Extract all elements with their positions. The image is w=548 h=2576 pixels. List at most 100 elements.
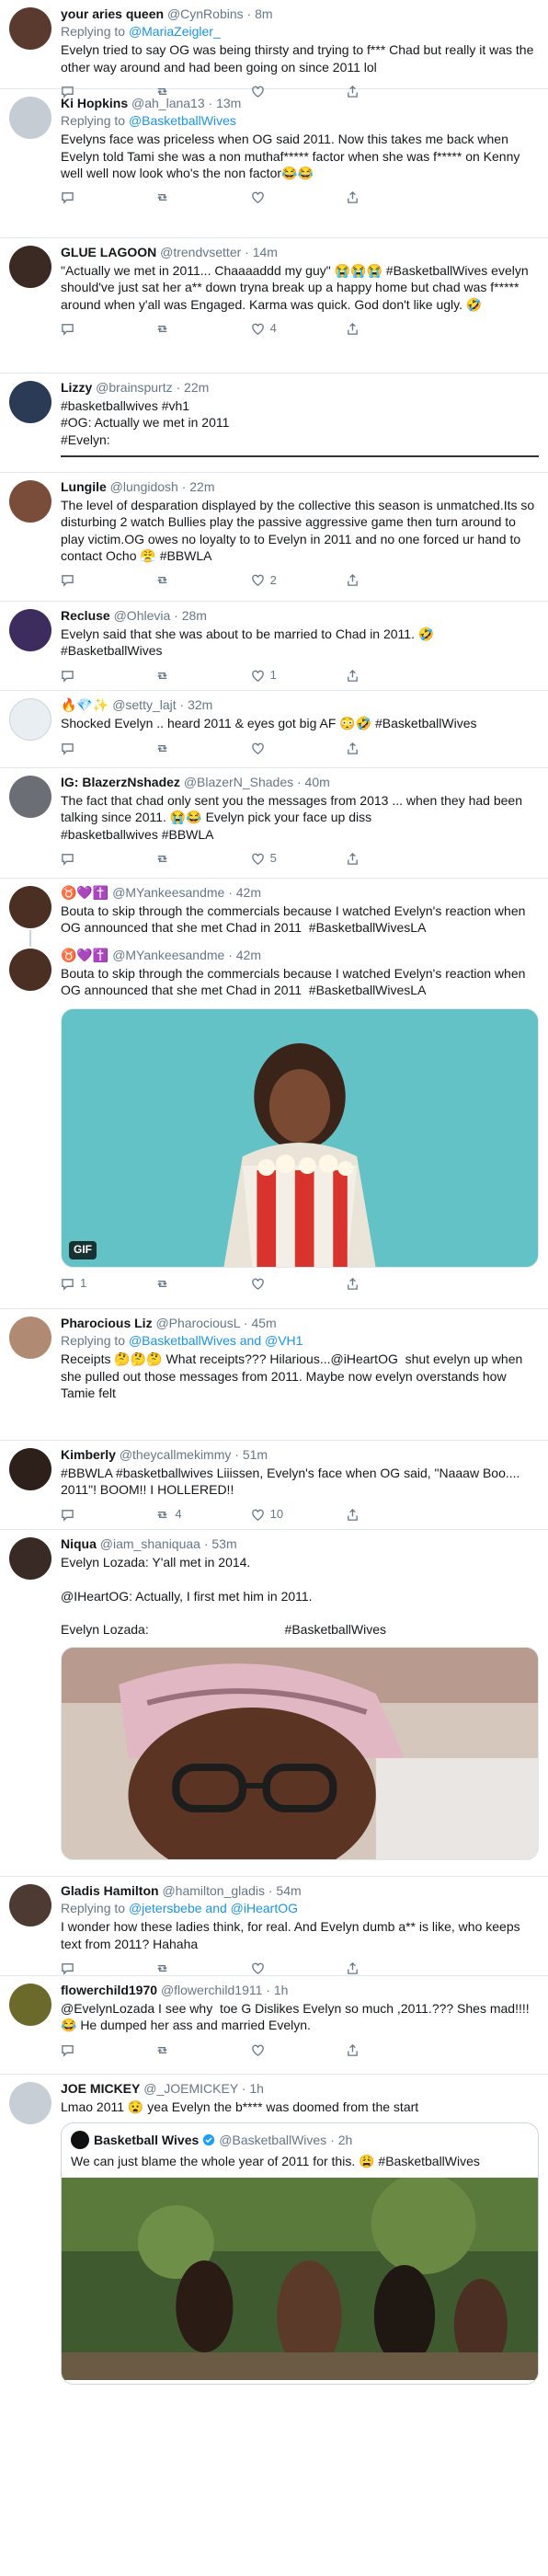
avatar[interactable] <box>9 886 51 928</box>
tweet[interactable]: Pharocious Liz @PharociousL · 45m Replyi… <box>0 1309 548 1441</box>
gif-media[interactable]: GIF <box>61 1007 539 1268</box>
timestamp[interactable]: · 1h <box>242 2081 264 2096</box>
display-name[interactable]: JOE MICKEY <box>61 2081 140 2096</box>
tweet[interactable]: Ki Hopkins @ah_lana13 · 13m Replying to … <box>0 89 548 238</box>
user-handle[interactable]: @BlazerN_Shades <box>184 775 293 789</box>
tweet[interactable]: Kimberly @theycallmekimmy · 51m #BBWLA #… <box>0 1441 548 1530</box>
display-name[interactable]: IG: BlazerzNshadez <box>61 775 180 789</box>
avatar[interactable] <box>9 698 51 741</box>
like-button[interactable] <box>251 1961 315 1976</box>
like-button[interactable] <box>251 2043 315 2058</box>
avatar[interactable] <box>9 1537 51 1580</box>
tweet[interactable]: your aries queen @CynRobins · 8m Replyin… <box>0 0 548 98</box>
timestamp[interactable]: · 40m <box>297 775 330 789</box>
display-name[interactable]: Ki Hopkins <box>61 96 128 110</box>
share-button[interactable] <box>346 669 410 684</box>
retweet-button[interactable] <box>155 322 220 337</box>
user-handle[interactable]: @brainspurtz <box>96 380 172 395</box>
user-handle[interactable]: @ah_lana13 <box>131 96 205 110</box>
tweet[interactable]: 🔥💎✨ @setty_lajt · 32m Shocked Evelyn .. … <box>0 691 548 768</box>
tweet[interactable]: Recluse @Ohlevia · 28m Evelyn said that … <box>0 602 548 691</box>
user-handle[interactable]: @setty_lajt <box>112 697 176 712</box>
share-button[interactable] <box>346 573 410 588</box>
retweet-button[interactable] <box>155 852 220 867</box>
tweet[interactable]: ♉️💜✝️ @MYankeesandme · 42m Bouta to skip… <box>0 941 548 1309</box>
like-button[interactable] <box>251 1277 315 1292</box>
tweet[interactable]: IG: BlazerzNshadez @BlazerN_Shades · 40m… <box>0 768 548 879</box>
retweet-button[interactable] <box>155 1961 220 1976</box>
retweet-button[interactable] <box>155 573 220 588</box>
reply-button[interactable] <box>61 669 125 684</box>
reply-button[interactable] <box>61 2043 125 2058</box>
timestamp[interactable]: · 42m <box>228 948 261 962</box>
avatar[interactable] <box>9 246 51 288</box>
user-handle[interactable]: @_JOEMICKEY <box>143 2081 238 2096</box>
share-button[interactable] <box>346 1508 410 1523</box>
share-button[interactable] <box>346 1277 410 1292</box>
display-name[interactable]: Kimberly <box>61 1447 116 1462</box>
avatar[interactable] <box>9 97 51 139</box>
display-name[interactable]: Gladis Hamilton <box>61 1883 159 1898</box>
avatar[interactable] <box>9 949 51 991</box>
avatar[interactable] <box>9 776 51 818</box>
user-handle[interactable]: @MYankeesandme <box>112 885 224 900</box>
user-handle[interactable]: @PharociousL <box>155 1316 240 1330</box>
tweet[interactable]: flowerchild1970 @flowerchild1911 · 1h @E… <box>0 1976 548 2075</box>
timestamp[interactable]: · 22m <box>182 479 215 494</box>
user-handle[interactable]: @trendvsetter <box>160 245 241 259</box>
timestamp[interactable]: · 51m <box>234 1447 268 1462</box>
reply-handle-link[interactable]: @BasketballWives and @VH1 <box>129 1333 303 1348</box>
timestamp[interactable]: · 28m <box>174 608 207 623</box>
timestamp[interactable]: · 14m <box>245 245 278 259</box>
share-button[interactable] <box>346 190 410 205</box>
reply-button[interactable]: 1 <box>61 1276 125 1292</box>
avatar[interactable] <box>9 2082 51 2124</box>
tweet[interactable]: ♉️💜✝️ @MYankeesandme · 42m Bouta to skip… <box>0 879 548 947</box>
timestamp[interactable]: · 13m <box>209 96 242 110</box>
tweet[interactable]: JOE MICKEY @_JOEMICKEY · 1h Lmao 2011 😧 … <box>0 2075 548 2393</box>
tweet[interactable]: Niqua @iam_shaniquaa · 53m Evelyn Lozada… <box>0 1530 548 1877</box>
reply-button[interactable] <box>61 190 125 205</box>
timestamp[interactable]: · 54m <box>268 1883 302 1898</box>
tweet[interactable]: Lungile @lungidosh · 22m The level of de… <box>0 473 548 602</box>
display-name[interactable]: flowerchild1970 <box>61 1983 157 1997</box>
tweet-image[interactable] <box>61 1647 539 1861</box>
timestamp[interactable]: · 53m <box>204 1536 237 1551</box>
display-name[interactable]: ♉️💜✝️ <box>61 885 108 900</box>
display-name[interactable]: Recluse <box>61 608 110 623</box>
avatar[interactable] <box>9 381 51 423</box>
user-handle[interactable]: @Ohlevia <box>114 608 171 623</box>
reply-button[interactable] <box>61 573 125 588</box>
tweet[interactable]: Lizzy @brainspurtz · 22m #basketballwive… <box>0 374 548 473</box>
timestamp[interactable]: · 42m <box>228 885 261 900</box>
share-button[interactable] <box>346 741 410 755</box>
share-button[interactable] <box>346 322 410 337</box>
reply-button[interactable] <box>61 1508 125 1523</box>
avatar[interactable] <box>9 1448 51 1490</box>
retweet-button[interactable] <box>155 669 220 684</box>
user-handle[interactable]: @hamilton_gladis <box>162 1883 265 1898</box>
user-handle[interactable]: @CynRobins <box>167 6 244 21</box>
avatar[interactable] <box>9 480 51 523</box>
user-handle[interactable]: @lungidosh <box>110 479 178 494</box>
share-button[interactable] <box>346 852 410 867</box>
display-name[interactable]: GLUE LAGOON <box>61 245 156 259</box>
like-button[interactable]: 5 <box>251 851 315 867</box>
reply-button[interactable] <box>61 1961 125 1976</box>
share-button[interactable] <box>346 1961 410 1976</box>
timestamp[interactable]: · 45m <box>244 1316 277 1330</box>
like-button[interactable]: 2 <box>251 573 315 588</box>
avatar[interactable] <box>9 1317 51 1359</box>
like-button[interactable]: 4 <box>251 321 315 337</box>
display-name[interactable]: Niqua <box>61 1536 97 1551</box>
avatar[interactable] <box>9 1884 51 1926</box>
display-name[interactable]: Lungile <box>61 479 107 494</box>
display-name[interactable]: your aries queen <box>61 6 164 21</box>
retweet-button[interactable] <box>155 741 220 755</box>
share-button[interactable] <box>346 2043 410 2058</box>
user-handle[interactable]: @theycallmekimmy <box>120 1447 232 1462</box>
like-button[interactable]: 10 <box>251 1507 315 1523</box>
tweet[interactable]: Gladis Hamilton @hamilton_gladis · 54m R… <box>0 1877 548 1976</box>
tweet[interactable]: GLUE LAGOON @trendvsetter · 14m "Actuall… <box>0 238 548 374</box>
user-handle[interactable]: @flowerchild1911 <box>161 1983 262 1997</box>
